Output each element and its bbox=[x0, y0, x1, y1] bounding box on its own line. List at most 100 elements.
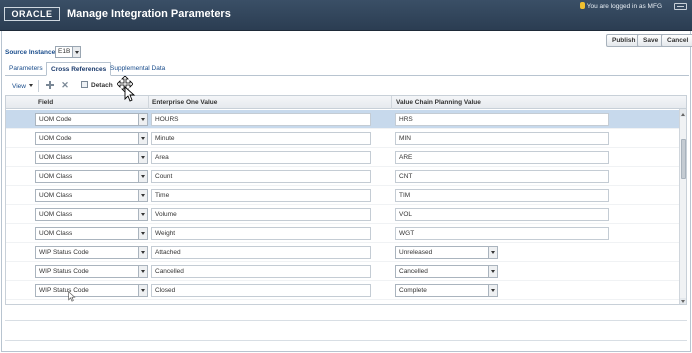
divider bbox=[5, 340, 687, 341]
detach-button[interactable]: Detach bbox=[81, 80, 113, 91]
chevron-down-icon[interactable] bbox=[138, 266, 147, 277]
tab-cross-references[interactable]: Cross References bbox=[46, 62, 112, 76]
page-title: Manage Integration Parameters bbox=[67, 8, 231, 20]
field-select[interactable]: UOM Class bbox=[35, 227, 148, 240]
table-row[interactable]: UOM Class Weight WGT bbox=[6, 224, 679, 243]
vcp-value-input[interactable]: TIM bbox=[395, 189, 609, 202]
vertical-scrollbar[interactable] bbox=[679, 109, 686, 304]
detach-label: Detach bbox=[91, 82, 113, 89]
user-status: You are logged in as MFG bbox=[579, 2, 662, 11]
chevron-down-icon[interactable] bbox=[138, 171, 147, 182]
field-select[interactable]: WIP Status Code bbox=[35, 265, 148, 278]
source-instance-select[interactable]: E1B bbox=[55, 46, 81, 58]
field-select[interactable]: UOM Code bbox=[35, 113, 148, 126]
minimize-icon[interactable] bbox=[674, 3, 687, 10]
chevron-down-icon[interactable] bbox=[72, 47, 80, 57]
vcp-value-input[interactable]: ARE bbox=[395, 151, 609, 164]
table-row[interactable]: WIP Status Code Closed Complete bbox=[6, 281, 679, 300]
chevron-down-icon[interactable] bbox=[138, 209, 147, 220]
scroll-up-icon[interactable] bbox=[680, 109, 686, 117]
field-select[interactable]: UOM Class bbox=[35, 208, 148, 221]
view-menu-label: View bbox=[12, 83, 26, 90]
field-select[interactable]: WIP Status Code bbox=[35, 284, 148, 297]
enterprise-one-value-input[interactable]: Attached bbox=[151, 246, 371, 259]
chevron-down-icon[interactable] bbox=[488, 285, 497, 296]
vcp-value-select[interactable]: Complete bbox=[395, 284, 498, 297]
table-row[interactable]: WIP Status Code Attached Unreleased bbox=[6, 243, 679, 262]
column-divider[interactable] bbox=[391, 96, 392, 109]
chevron-down-icon[interactable] bbox=[138, 114, 147, 125]
cross-reference-table: Field Enterprise One Value Value Chain P… bbox=[5, 95, 687, 305]
chevron-down-icon[interactable] bbox=[138, 228, 147, 239]
table-row[interactable]: UOM Class Area ARE bbox=[6, 148, 679, 167]
table-row[interactable]: UOM Code HOURS HRS bbox=[6, 110, 679, 129]
enterprise-one-value-input[interactable]: Cancelled bbox=[151, 265, 371, 278]
scroll-down-icon[interactable] bbox=[680, 298, 686, 304]
column-header-enterprise-one-value[interactable]: Enterprise One Value bbox=[152, 96, 217, 109]
mouse-pointer-icon bbox=[124, 86, 136, 102]
enterprise-one-value-input[interactable]: Minute bbox=[151, 132, 371, 145]
field-select[interactable]: UOM Class bbox=[35, 170, 148, 183]
enterprise-one-value-input[interactable]: Weight bbox=[151, 227, 371, 240]
enterprise-one-value-input[interactable]: Volume bbox=[151, 208, 371, 221]
field-select[interactable]: UOM Class bbox=[35, 151, 148, 164]
field-value: UOM Class bbox=[39, 230, 73, 237]
vcp-value-input[interactable]: CNT bbox=[395, 170, 609, 183]
chevron-down-icon[interactable] bbox=[488, 266, 497, 277]
table-row[interactable]: UOM Code Minute MIN bbox=[6, 129, 679, 148]
vcp-value-select[interactable]: Cancelled bbox=[395, 265, 498, 278]
enterprise-one-value-input[interactable]: Closed bbox=[151, 284, 371, 297]
chevron-down-icon[interactable] bbox=[138, 133, 147, 144]
table-row[interactable]: UOM Class Time TIM bbox=[6, 186, 679, 205]
add-icon[interactable] bbox=[46, 81, 54, 89]
column-header-vcp-value[interactable]: Value Chain Planning Value bbox=[396, 96, 481, 109]
divider bbox=[5, 320, 687, 321]
view-menu[interactable]: View bbox=[12, 83, 33, 90]
table-row[interactable]: UOM Class Count CNT bbox=[6, 167, 679, 186]
vcp-value-input[interactable]: WGT bbox=[395, 227, 609, 240]
column-header-field[interactable]: Field bbox=[38, 96, 53, 109]
vcp-value-input[interactable]: VOL bbox=[395, 208, 609, 221]
field-select[interactable]: WIP Status Code bbox=[35, 246, 148, 259]
vcp-value-select[interactable]: Unreleased bbox=[395, 246, 498, 259]
delete-icon[interactable]: ✕ bbox=[61, 81, 69, 90]
field-value: UOM Class bbox=[39, 173, 73, 180]
chevron-down-icon bbox=[28, 84, 33, 89]
chevron-down-icon[interactable] bbox=[488, 247, 497, 258]
column-divider[interactable] bbox=[148, 96, 149, 109]
oracle-logo: ORACLE bbox=[4, 7, 60, 21]
field-value: UOM Code bbox=[39, 135, 72, 142]
vcp-value-input[interactable]: MIN bbox=[395, 132, 609, 145]
tab-parameters[interactable]: Parameters bbox=[5, 62, 47, 76]
vcp-value: Unreleased bbox=[399, 249, 433, 256]
toolbar-divider bbox=[38, 80, 39, 92]
enterprise-one-value-input[interactable]: Time bbox=[151, 189, 371, 202]
vcp-value-input[interactable]: HRS bbox=[395, 113, 609, 126]
field-select[interactable]: UOM Class bbox=[35, 189, 148, 202]
chevron-down-icon[interactable] bbox=[138, 247, 147, 258]
field-select[interactable]: UOM Code bbox=[35, 132, 148, 145]
field-value: UOM Code bbox=[39, 116, 72, 123]
enterprise-one-value-input[interactable]: Count bbox=[151, 170, 371, 183]
table-row[interactable]: WIP Status Code Cancelled Cancelled bbox=[6, 262, 679, 281]
scrollbar-thumb[interactable] bbox=[681, 139, 686, 179]
vcp-value: Cancelled bbox=[399, 268, 428, 275]
chevron-down-icon[interactable] bbox=[138, 285, 147, 296]
tab-supplemental-data[interactable]: Supplemental Data bbox=[106, 62, 169, 76]
mouse-pointer-icon bbox=[68, 291, 76, 302]
detach-icon bbox=[81, 81, 88, 88]
field-value: UOM Class bbox=[39, 154, 73, 161]
chevron-down-icon[interactable] bbox=[138, 190, 147, 201]
chevron-down-icon[interactable] bbox=[138, 152, 147, 163]
user-icon bbox=[579, 2, 585, 9]
field-value: UOM Class bbox=[39, 211, 73, 218]
user-status-text: You are logged in as MFG bbox=[586, 3, 662, 10]
cancel-button[interactable]: Cancel bbox=[661, 34, 692, 47]
enterprise-one-value-input[interactable]: Area bbox=[151, 151, 371, 164]
field-value: WIP Status Code bbox=[39, 287, 89, 294]
source-instance-label: Source Instance bbox=[5, 49, 56, 56]
vcp-value: Complete bbox=[399, 287, 427, 294]
source-instance-value: E1B bbox=[58, 48, 71, 55]
enterprise-one-value-input[interactable]: HOURS bbox=[151, 113, 371, 126]
table-row[interactable]: UOM Class Volume VOL bbox=[6, 205, 679, 224]
